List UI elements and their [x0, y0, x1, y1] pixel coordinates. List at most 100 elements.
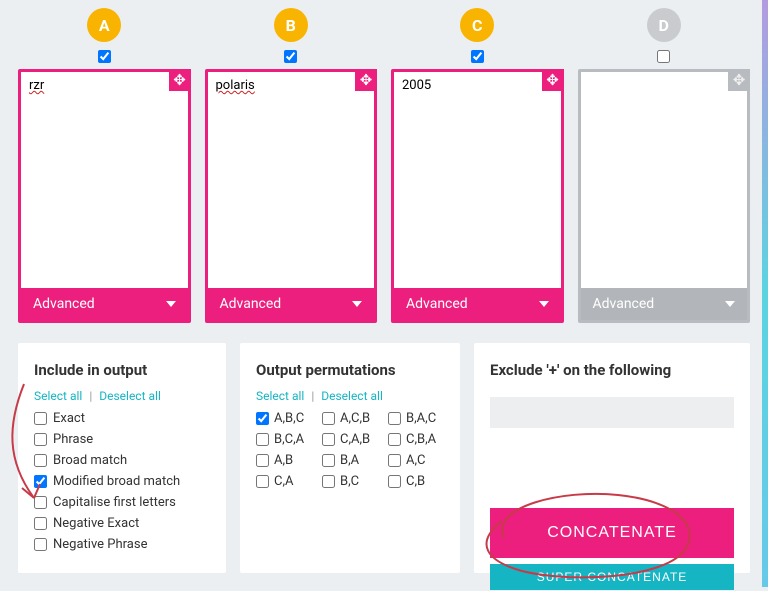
advanced-label: Advanced [33, 296, 95, 312]
column-b-textarea[interactable] [208, 72, 375, 288]
include-option-checkbox[interactable] [34, 433, 47, 446]
permutation-option-checkbox[interactable] [256, 412, 269, 425]
permutation-option[interactable]: B,A,C [388, 411, 444, 426]
permutation-option-label: B,C,A [274, 432, 304, 447]
chevron-down-icon [352, 301, 362, 307]
include-option-label: Capitalise first letters [53, 495, 176, 510]
permutation-option[interactable]: C,B,A [388, 432, 444, 447]
permutations-select-all[interactable]: Select all [256, 389, 304, 403]
exclude-heading: Exclude '+' on the following [490, 361, 734, 379]
include-option-checkbox[interactable] [34, 538, 47, 551]
permutation-option[interactable]: A,B [256, 453, 312, 468]
permutation-option[interactable]: C,A [256, 474, 312, 489]
move-icon[interactable]: ✥ [355, 69, 377, 91]
include-option-checkbox[interactable] [34, 475, 47, 488]
column-c-advanced-toggle[interactable]: Advanced [394, 288, 561, 320]
permutation-option-checkbox[interactable] [322, 433, 335, 446]
permutation-option-checkbox[interactable] [322, 412, 335, 425]
concatenate-button[interactable]: CONCATENATE [490, 508, 734, 558]
include-option-label: Negative Exact [53, 516, 139, 531]
input-columns: A ✥ Advanced B ✥ Advanced C ✥ [18, 8, 750, 323]
permutation-options: A,B,C A,C,B B,A,C B,C,A C,A,B C,B,A A,B B,A A,C C… [256, 411, 444, 489]
permutation-option-checkbox[interactable] [388, 412, 401, 425]
column-c-box: ✥ Advanced [391, 69, 564, 323]
include-option-label: Modified broad match [53, 474, 180, 489]
advanced-label: Advanced [593, 296, 655, 312]
column-d-advanced-toggle[interactable]: Advanced [581, 288, 748, 320]
include-option[interactable]: Negative Exact [34, 516, 210, 531]
permutation-option-label: C,A [274, 474, 294, 489]
move-icon[interactable]: ✥ [728, 69, 750, 91]
column-badge-b: B [274, 8, 308, 42]
permutation-option-label: C,B,A [406, 432, 436, 447]
column-b-advanced-toggle[interactable]: Advanced [208, 288, 375, 320]
column-c-enable-checkbox[interactable] [471, 50, 484, 63]
column-c-textarea[interactable] [394, 72, 561, 288]
column-a-textarea[interactable] [21, 72, 188, 288]
chevron-down-icon [166, 301, 176, 307]
include-option-checkbox[interactable] [34, 496, 47, 509]
permutation-option[interactable]: C,A,B [322, 432, 378, 447]
include-select-all[interactable]: Select all [34, 389, 82, 403]
column-d-box: ✥ Advanced [578, 69, 751, 323]
include-option-label: Exact [53, 411, 85, 426]
super-concatenate-button[interactable]: SUPER CONCATENATE [490, 564, 734, 590]
permutation-option-checkbox[interactable] [322, 454, 335, 467]
advanced-label: Advanced [220, 296, 282, 312]
column-d: D ✥ Advanced [578, 8, 751, 323]
include-option[interactable]: Modified broad match [34, 474, 210, 489]
column-a-advanced-toggle[interactable]: Advanced [21, 288, 188, 320]
include-option[interactable]: Broad match [34, 453, 210, 468]
permutation-option-checkbox[interactable] [388, 433, 401, 446]
permutation-option-checkbox[interactable] [388, 454, 401, 467]
permutations-heading: Output permutations [256, 361, 444, 379]
exclude-input[interactable] [490, 397, 734, 428]
include-option-label: Negative Phrase [53, 537, 147, 552]
include-option-checkbox[interactable] [34, 412, 47, 425]
column-a-enable-checkbox[interactable] [98, 50, 111, 63]
include-option[interactable]: Exact [34, 411, 210, 426]
include-option-label: Phrase [53, 432, 93, 447]
column-b-box: ✥ Advanced [205, 69, 378, 323]
permutation-option[interactable]: B,A [322, 453, 378, 468]
include-deselect-all[interactable]: Deselect all [99, 389, 161, 403]
permutation-option-label: B,C [340, 474, 359, 489]
permutation-option[interactable]: A,B,C [256, 411, 312, 426]
permutation-option-label: A,B [274, 453, 293, 468]
move-icon[interactable]: ✥ [169, 69, 191, 91]
column-badge-a: A [87, 8, 121, 42]
permutation-option-checkbox[interactable] [322, 475, 335, 488]
chevron-down-icon [539, 301, 549, 307]
permutation-option[interactable]: B,C,A [256, 432, 312, 447]
right-edge-decoration [762, 0, 768, 587]
include-heading: Include in output [34, 361, 210, 379]
include-options: Exact Phrase Broad match Modified broad mat… [34, 411, 210, 552]
column-badge-d: D [647, 8, 681, 42]
move-icon[interactable]: ✥ [542, 69, 564, 91]
permutation-option-label: A,B,C [274, 411, 304, 426]
permutation-option-label: C,A,B [340, 432, 370, 447]
permutation-option[interactable]: A,C,B [322, 411, 378, 426]
exclude-panel: Exclude '+' on the following CONCATENATE… [474, 343, 750, 573]
column-badge-c: C [460, 8, 494, 42]
permutations-panel: Output permutations Select all | Deselec… [240, 343, 460, 573]
include-option[interactable]: Capitalise first letters [34, 495, 210, 510]
permutation-option[interactable]: A,C [388, 453, 444, 468]
chevron-down-icon [725, 301, 735, 307]
permutations-links: Select all | Deselect all [256, 389, 444, 403]
column-d-enable-checkbox[interactable] [657, 50, 670, 63]
permutation-option[interactable]: B,C [322, 474, 378, 489]
include-option[interactable]: Negative Phrase [34, 537, 210, 552]
permutation-option[interactable]: C,B [388, 474, 444, 489]
include-option-checkbox[interactable] [34, 517, 47, 530]
permutations-deselect-all[interactable]: Deselect all [321, 389, 383, 403]
permutation-option-checkbox[interactable] [388, 475, 401, 488]
include-links: Select all | Deselect all [34, 389, 210, 403]
column-d-textarea[interactable] [581, 72, 748, 288]
permutation-option-checkbox[interactable] [256, 433, 269, 446]
permutation-option-checkbox[interactable] [256, 454, 269, 467]
include-option-checkbox[interactable] [34, 454, 47, 467]
permutation-option-checkbox[interactable] [256, 475, 269, 488]
column-b-enable-checkbox[interactable] [284, 50, 297, 63]
include-option[interactable]: Phrase [34, 432, 210, 447]
